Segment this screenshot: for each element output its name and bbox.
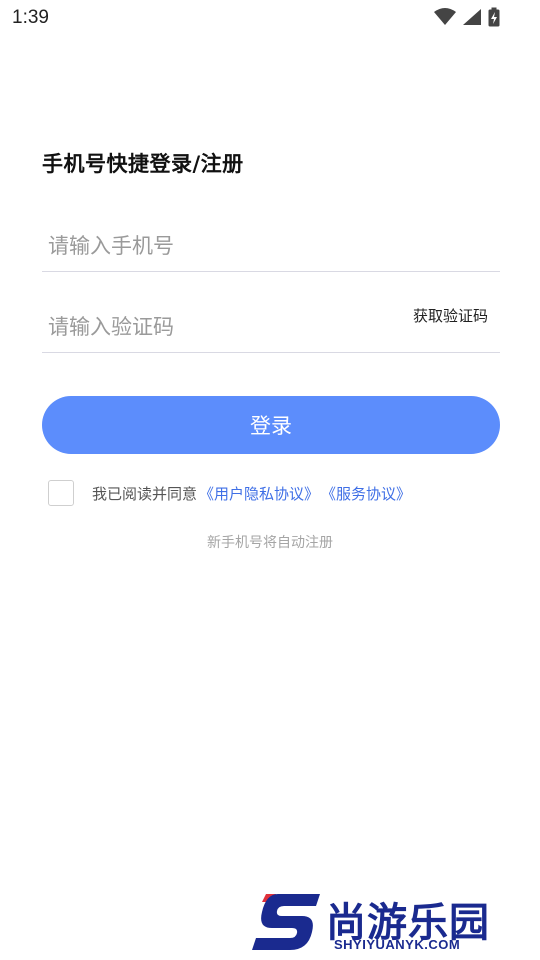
new-user-hint: 新手机号将自动注册: [207, 535, 333, 551]
status-bar: 1:39: [0, 0, 540, 36]
watermark-brand-en: SHYIYUANYK.COM: [334, 937, 461, 952]
agree-text: 我已阅读并同意: [92, 484, 198, 503]
phone-input[interactable]: [48, 226, 388, 266]
agree-checkbox[interactable]: [48, 480, 74, 506]
phone-field: [42, 222, 500, 272]
brand-logo-icon: [250, 890, 322, 960]
agreement-row: 我已阅读并同意 《用户隐私协议》 《服务协议》: [48, 480, 411, 506]
signal-icon: [462, 8, 482, 26]
get-code-button[interactable]: 获取验证码: [413, 305, 488, 326]
service-agreement-link[interactable]: 《服务协议》: [321, 483, 411, 504]
verification-code-input[interactable]: [48, 307, 388, 347]
battery-charging-icon: [488, 7, 500, 27]
status-icons: [434, 7, 500, 27]
status-time: 1:39: [12, 7, 49, 28]
login-button[interactable]: 登录: [42, 396, 500, 454]
watermark: 尚游乐园 SHYIYUANYK.COM: [250, 890, 540, 960]
page-title: 手机号快捷登录/注册: [42, 152, 244, 176]
privacy-policy-link[interactable]: 《用户隐私协议》: [199, 483, 319, 504]
code-field: 获取验证码: [42, 303, 500, 353]
wifi-icon: [434, 8, 456, 26]
